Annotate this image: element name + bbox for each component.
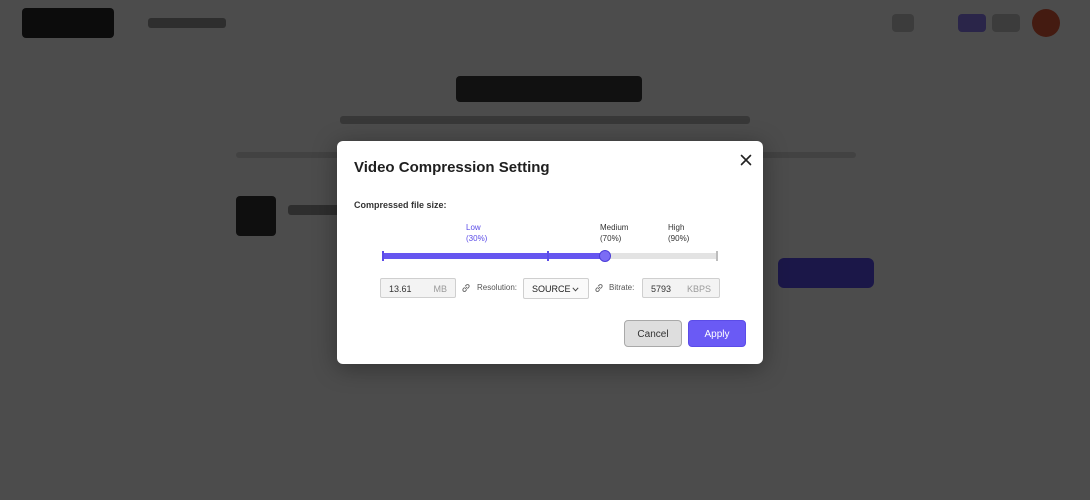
link-icon: [595, 284, 603, 292]
compression-dialog: Video Compression Setting Compressed fil…: [337, 141, 763, 364]
resolution-value: SOURCE: [532, 284, 571, 294]
chevron-down-icon: [572, 287, 579, 292]
slider-mark-percent: (30%): [466, 234, 488, 243]
slider-fill: [382, 253, 605, 259]
slider-mark-percent: (90%): [668, 234, 690, 243]
cancel-button[interactable]: Cancel: [624, 320, 682, 347]
bitrate-label: Bitrate:: [609, 283, 635, 292]
bitrate-value: 5793: [651, 284, 672, 294]
compression-slider[interactable]: [382, 250, 718, 262]
slider-mark-high[interactable]: High (90%): [668, 222, 689, 244]
link-icon: [462, 284, 470, 292]
slider-mark-label: High: [668, 223, 685, 232]
dialog-title: Video Compression Setting: [354, 159, 550, 176]
resolution-select[interactable]: SOURCE: [523, 278, 589, 299]
close-button[interactable]: [736, 150, 756, 170]
bitrate-unit: KBPS: [686, 284, 711, 294]
apply-button[interactable]: Apply: [688, 320, 746, 347]
file-size-field[interactable]: 13.61 MB: [380, 278, 456, 298]
slider-mark-percent: (70%): [600, 234, 622, 243]
slider-tick: [716, 251, 718, 261]
slider-mark-medium[interactable]: Medium (70%): [600, 222, 628, 244]
bitrate-field[interactable]: 5793 KBPS: [642, 278, 720, 298]
compressed-size-label: Compressed file size:: [354, 200, 447, 210]
slider-tick: [547, 251, 549, 261]
slider-tick: [382, 251, 384, 261]
slider-mark-label: Low: [466, 223, 481, 232]
file-size-value: 13.61: [389, 284, 412, 294]
slider-handle[interactable]: [599, 250, 611, 262]
slider-mark-label: Medium: [600, 223, 629, 232]
slider-mark-low[interactable]: Low (30%): [466, 222, 487, 244]
file-size-unit: MB: [433, 284, 448, 294]
close-icon: [740, 154, 752, 166]
resolution-label: Resolution:: [477, 283, 518, 292]
